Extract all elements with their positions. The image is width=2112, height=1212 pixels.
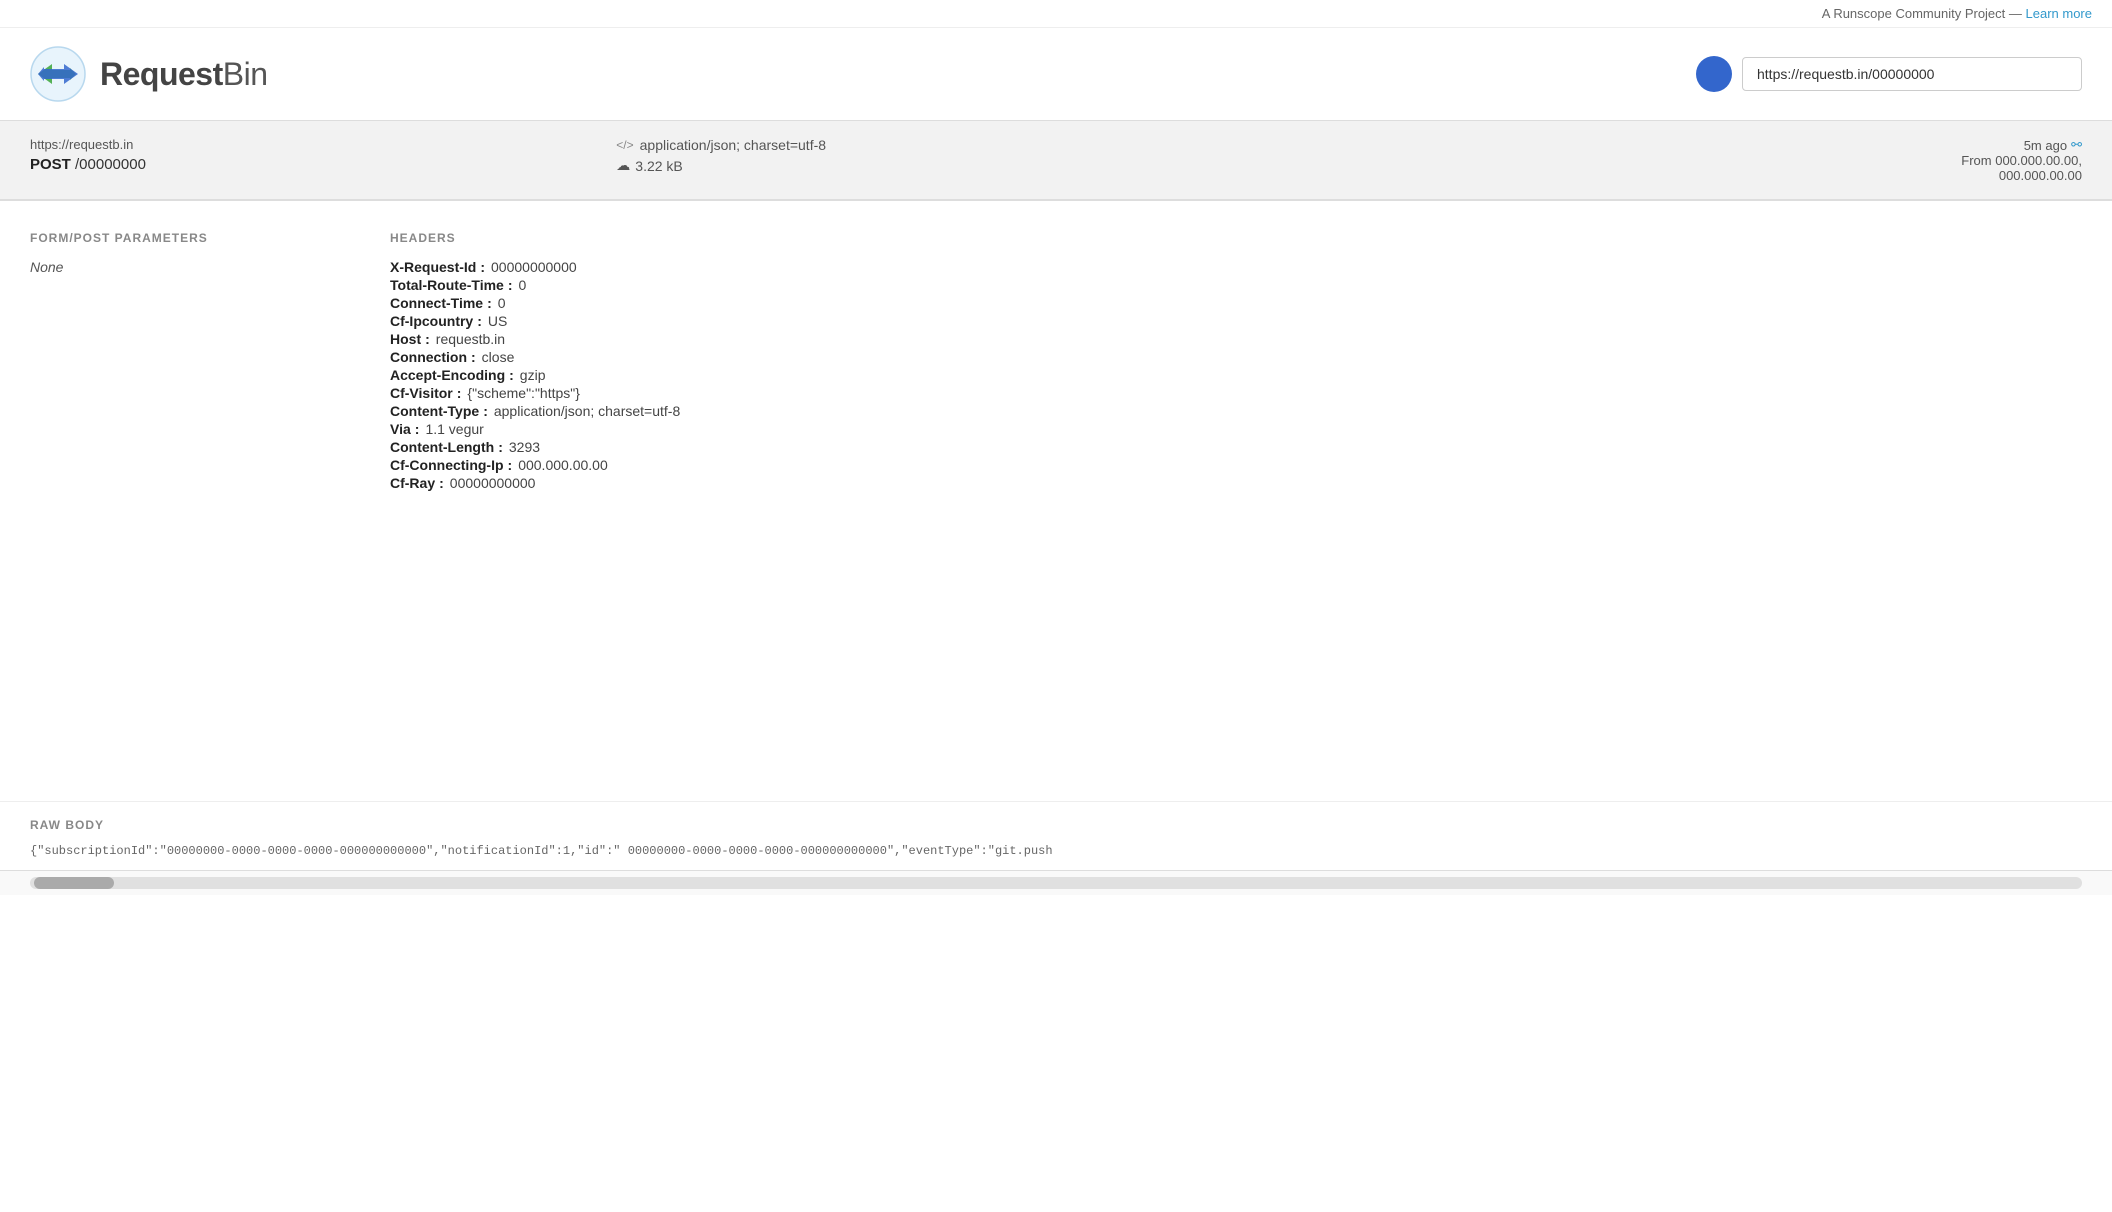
learn-more-link[interactable]: Learn more xyxy=(2026,6,2092,21)
request-info-col: https://requestb.in POST /00000000 xyxy=(30,137,616,173)
logo-bold: Request xyxy=(100,56,223,92)
logo-text: RequestBin xyxy=(100,56,268,93)
header-row: Content-Length: 3293 xyxy=(390,439,2082,455)
header-row: Cf-Visitor: {"scheme":"https"} xyxy=(390,385,2082,401)
request-size-value: 3.22 kB xyxy=(635,158,682,174)
top-bar: A Runscope Community Project — Learn mor… xyxy=(0,0,2112,28)
header-value: 000.000.00.00 xyxy=(518,457,608,473)
header-key: Via xyxy=(390,421,411,437)
content-type-row: </> application/json; charset=utf-8 xyxy=(616,137,1495,153)
header-colon: : xyxy=(457,385,462,401)
headers-title: HEADERS xyxy=(390,231,2082,245)
headers-section: HEADERS X-Request-Id: 00000000000 Total-R… xyxy=(390,231,2082,771)
app-header: RequestBin xyxy=(0,28,2112,121)
header-row: Via: 1.1 vegur xyxy=(390,421,2082,437)
logo-area: RequestBin xyxy=(30,46,268,102)
request-method: POST xyxy=(30,156,71,173)
header-key: Accept-Encoding xyxy=(390,367,505,383)
header-colon: : xyxy=(471,349,476,365)
scrollbar-area xyxy=(0,870,2112,895)
header-row: Connect-Time: 0 xyxy=(390,295,2082,311)
header-row: Cf-Connecting-Ip: 000.000.00.00 xyxy=(390,457,2082,473)
header-value: {"scheme":"https"} xyxy=(467,385,580,401)
request-time: 5m ago xyxy=(2024,138,2067,153)
header-value: 00000000000 xyxy=(450,475,536,491)
header-value: close xyxy=(482,349,515,365)
header-colon: : xyxy=(509,367,514,383)
header-value: 00000000000 xyxy=(491,259,577,275)
header-colon: : xyxy=(498,439,503,455)
main-content: FORM/POST PARAMETERS None HEADERS X-Requ… xyxy=(0,201,2112,801)
request-from: From 000.000.00.00, xyxy=(1496,153,2082,168)
request-size-row: ☁ 3.22 kB xyxy=(616,157,1495,174)
header-key: Total-Route-Time xyxy=(390,277,504,293)
raw-body-content: {"subscriptionId":"00000000-0000-0000-00… xyxy=(30,842,2082,860)
header-colon: : xyxy=(477,313,482,329)
header-value: 3293 xyxy=(509,439,540,455)
request-method-path: POST /00000000 xyxy=(30,156,616,173)
header-row: Host: requestb.in xyxy=(390,331,2082,347)
header-value: gzip xyxy=(520,367,546,383)
header-key: Content-Type xyxy=(390,403,479,419)
header-value: 1.1 vegur xyxy=(425,421,483,437)
header-key: X-Request-Id xyxy=(390,259,476,275)
header-colon: : xyxy=(508,277,513,293)
logo-light: Bin xyxy=(223,56,268,92)
header-key: Content-Length xyxy=(390,439,494,455)
cloud-icon: ☁ xyxy=(616,157,630,174)
content-type-value: application/json; charset=utf-8 xyxy=(640,137,826,153)
url-indicator-dot xyxy=(1696,56,1732,92)
header-row: Cf-Ray: 00000000000 xyxy=(390,475,2082,491)
header-value: application/json; charset=utf-8 xyxy=(494,403,680,419)
from-label2: 000.000.00.00 xyxy=(1999,168,2082,183)
community-text: A Runscope Community Project — xyxy=(1822,6,2022,21)
header-colon: : xyxy=(508,457,513,473)
request-time-col: 5m ago ⚯ From 000.000.00.00, 000.000.00.… xyxy=(1496,137,2082,183)
request-from2: 000.000.00.00 xyxy=(1496,168,2082,183)
request-content-col: </> application/json; charset=utf-8 ☁ 3.… xyxy=(616,137,1495,174)
logo-icon xyxy=(30,46,86,102)
header-key: Cf-Connecting-Ip xyxy=(390,457,504,473)
form-post-title: FORM/POST PARAMETERS xyxy=(30,231,350,245)
request-path: /00000000 xyxy=(75,156,146,173)
header-value: 0 xyxy=(518,277,526,293)
header-value: US xyxy=(488,313,507,329)
header-colon: : xyxy=(487,295,492,311)
header-key: Cf-Visitor xyxy=(390,385,453,401)
from-label: From 000.000.00.00, xyxy=(1961,153,2082,168)
header-colon: : xyxy=(483,403,488,419)
request-time-row: 5m ago ⚯ xyxy=(1496,137,2082,153)
header-value: 0 xyxy=(498,295,506,311)
link-icon[interactable]: ⚯ xyxy=(2071,137,2082,153)
header-row: Accept-Encoding: gzip xyxy=(390,367,2082,383)
header-key: Cf-Ipcountry xyxy=(390,313,473,329)
scrollbar-track[interactable] xyxy=(30,877,2082,889)
header-key: Host xyxy=(390,331,421,347)
header-key: Connect-Time xyxy=(390,295,483,311)
header-colon: : xyxy=(415,421,420,437)
header-colon: : xyxy=(425,331,430,347)
form-post-section: FORM/POST PARAMETERS None xyxy=(30,231,350,771)
url-input[interactable] xyxy=(1742,57,2082,91)
header-row: Connection: close xyxy=(390,349,2082,365)
raw-body-title: RAW BODY xyxy=(30,802,2082,842)
raw-body-section: RAW BODY {"subscriptionId":"00000000-000… xyxy=(0,801,2112,870)
header-row: Cf-Ipcountry: US xyxy=(390,313,2082,329)
header-colon: : xyxy=(439,475,444,491)
headers-list: X-Request-Id: 00000000000 Total-Route-Tim… xyxy=(390,259,2082,491)
code-icon: </> xyxy=(616,138,633,152)
scrollbar-thumb[interactable] xyxy=(34,877,114,889)
form-post-value: None xyxy=(30,259,350,275)
header-right xyxy=(1696,56,2082,92)
header-row: Total-Route-Time: 0 xyxy=(390,277,2082,293)
header-row: Content-Type: application/json; charset=… xyxy=(390,403,2082,419)
request-bar: https://requestb.in POST /00000000 </> a… xyxy=(0,121,2112,201)
header-value: requestb.in xyxy=(436,331,505,347)
request-url: https://requestb.in xyxy=(30,137,616,152)
header-key: Connection xyxy=(390,349,467,365)
header-colon: : xyxy=(480,259,485,275)
header-key: Cf-Ray xyxy=(390,475,435,491)
header-row: X-Request-Id: 00000000000 xyxy=(390,259,2082,275)
